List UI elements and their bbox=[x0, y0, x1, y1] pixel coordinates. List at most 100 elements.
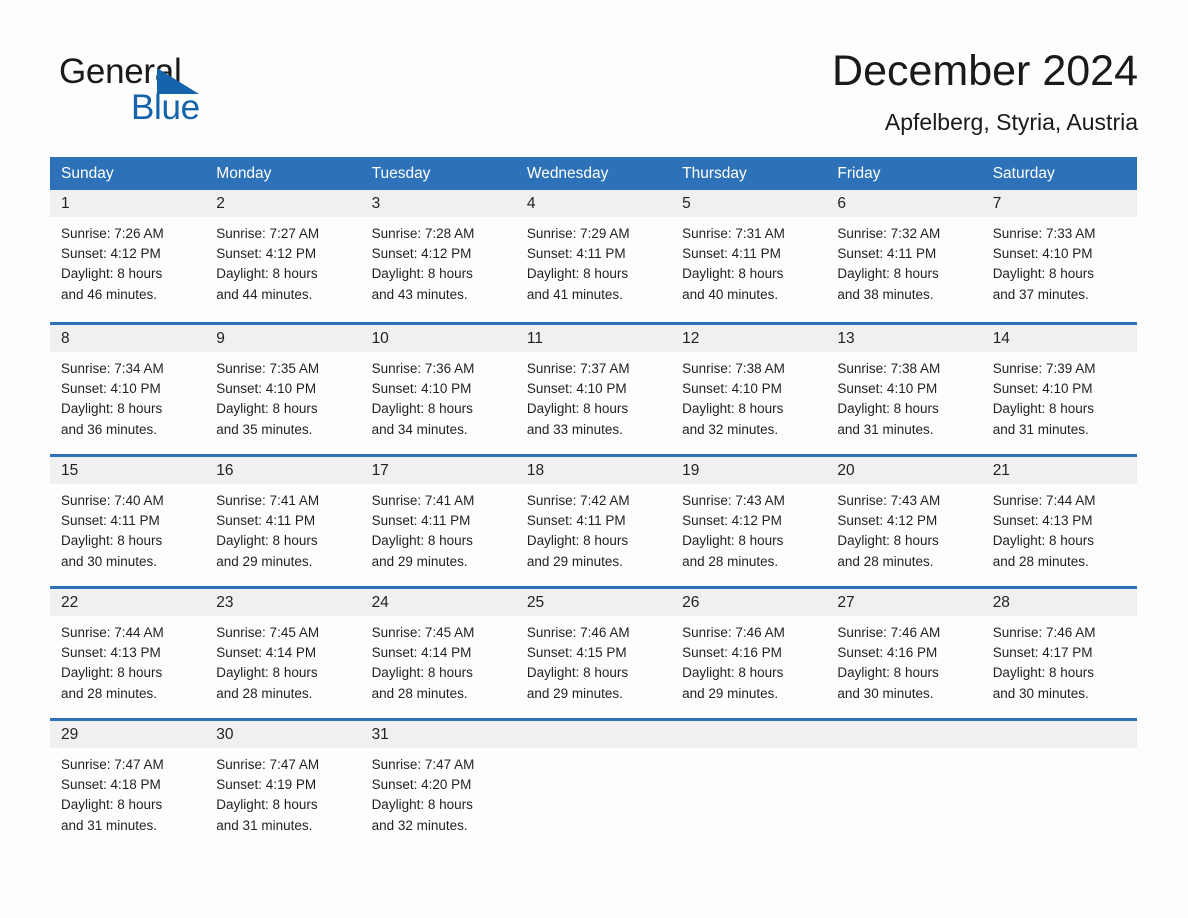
day-cell[interactable]: 30 Sunrise: 7:47 AM Sunset: 4:19 PM Dayl… bbox=[205, 721, 361, 850]
sunrise-text: Sunrise: 7:27 AM bbox=[216, 226, 320, 241]
day-details: Sunrise: 7:47 AM Sunset: 4:19 PM Dayligh… bbox=[205, 748, 360, 836]
day-cell[interactable]: 12 Sunrise: 7:38 AM Sunset: 4:10 PM Dayl… bbox=[671, 325, 827, 454]
daylight-line1: Daylight: 8 hours bbox=[992, 401, 1094, 417]
daylight-line1: Daylight: 8 hours bbox=[61, 797, 163, 813]
day-cell[interactable]: 19 Sunrise: 7:43 AM Sunset: 4:12 PM Dayl… bbox=[671, 457, 827, 586]
sunset-text: Sunset: 4:17 PM bbox=[992, 645, 1093, 661]
day-cell[interactable]: 27 Sunrise: 7:46 AM Sunset: 4:16 PM Dayl… bbox=[826, 589, 982, 718]
sunset-text: Sunset: 4:20 PM bbox=[371, 777, 472, 793]
day-cell[interactable]: 20 Sunrise: 7:43 AM Sunset: 4:12 PM Dayl… bbox=[826, 457, 982, 586]
daylight-line2: and 29 minutes. bbox=[216, 553, 313, 569]
daylight-line2: and 37 minutes. bbox=[992, 286, 1089, 302]
day-cell[interactable]: 11 Sunrise: 7:37 AM Sunset: 4:10 PM Dayl… bbox=[515, 325, 672, 454]
day-number-band: 9 bbox=[205, 325, 361, 352]
day-cell[interactable]: 14 Sunrise: 7:39 AM Sunset: 4:10 PM Dayl… bbox=[981, 325, 1137, 454]
day-number-band: 23 bbox=[205, 589, 361, 616]
day-cell[interactable]: 24 Sunrise: 7:45 AM Sunset: 4:14 PM Dayl… bbox=[360, 589, 516, 718]
day-number-band: 14 bbox=[981, 325, 1137, 352]
daylight-line1: Daylight: 8 hours bbox=[682, 533, 784, 549]
sunset-text: Sunset: 4:11 PM bbox=[371, 513, 471, 529]
day-details: Sunrise: 7:38 AM Sunset: 4:10 PM Dayligh… bbox=[826, 352, 981, 440]
daylight-line1: Daylight: 8 hours bbox=[371, 533, 473, 549]
day-cell[interactable]: 8 Sunrise: 7:34 AM Sunset: 4:10 PM Dayli… bbox=[50, 325, 206, 454]
day-cell[interactable]: 3 Sunrise: 7:28 AM Sunset: 4:12 PM Dayli… bbox=[360, 190, 516, 322]
daylight-line1: Daylight: 8 hours bbox=[216, 401, 318, 417]
day-number-band: 3 bbox=[360, 190, 516, 217]
day-number-band bbox=[515, 721, 672, 748]
sunrise-text: Sunrise: 7:45 AM bbox=[216, 625, 320, 640]
daylight-line2: and 34 minutes. bbox=[371, 421, 468, 437]
day-number-band bbox=[826, 721, 982, 748]
day-details: Sunrise: 7:42 AM Sunset: 4:11 PM Dayligh… bbox=[516, 484, 671, 572]
day-details: Sunrise: 7:38 AM Sunset: 4:10 PM Dayligh… bbox=[671, 352, 826, 440]
day-details: Sunrise: 7:34 AM Sunset: 4:10 PM Dayligh… bbox=[50, 352, 205, 440]
day-cell[interactable]: 4 Sunrise: 7:29 AM Sunset: 4:11 PM Dayli… bbox=[515, 190, 672, 322]
day-cell[interactable]: 2 Sunrise: 7:27 AM Sunset: 4:12 PM Dayli… bbox=[205, 190, 361, 322]
sunset-text: Sunset: 4:15 PM bbox=[526, 645, 627, 661]
day-number: 11 bbox=[526, 330, 543, 347]
day-cell[interactable]: 9 Sunrise: 7:35 AM Sunset: 4:10 PM Dayli… bbox=[205, 325, 361, 454]
daylight-line2: and 28 minutes. bbox=[837, 553, 934, 569]
day-number: 30 bbox=[216, 726, 234, 743]
day-number-band: 31 bbox=[360, 721, 516, 748]
day-number: 7 bbox=[992, 195, 1002, 212]
day-number: 31 bbox=[371, 726, 389, 743]
daylight-line1: Daylight: 8 hours bbox=[371, 665, 473, 681]
daylight-line1: Daylight: 8 hours bbox=[371, 797, 473, 813]
daylight-line2: and 29 minutes. bbox=[682, 685, 779, 701]
day-number: 19 bbox=[682, 462, 700, 479]
day-cell[interactable]: 13 Sunrise: 7:38 AM Sunset: 4:10 PM Dayl… bbox=[826, 325, 982, 454]
day-number: 23 bbox=[216, 594, 234, 611]
sunrise-text: Sunrise: 7:44 AM bbox=[61, 625, 164, 640]
day-cell[interactable]: 28 Sunrise: 7:46 AM Sunset: 4:17 PM Dayl… bbox=[981, 589, 1137, 718]
daylight-line2: and 36 minutes. bbox=[61, 421, 158, 437]
title-block: December 2024 Apfelberg, Styria, Austria bbox=[832, 44, 1138, 137]
daylight-line1: Daylight: 8 hours bbox=[682, 401, 784, 417]
daylight-line2: and 38 minutes. bbox=[837, 286, 934, 302]
day-number: 5 bbox=[682, 195, 691, 212]
sunrise-text: Sunrise: 7:28 AM bbox=[371, 226, 475, 241]
day-cell[interactable]: 21 Sunrise: 7:44 AM Sunset: 4:13 PM Dayl… bbox=[981, 457, 1137, 586]
day-cell[interactable]: 26 Sunrise: 7:46 AM Sunset: 4:16 PM Dayl… bbox=[671, 589, 827, 718]
day-number-band: 10 bbox=[360, 325, 516, 352]
day-number-band: 20 bbox=[826, 457, 982, 484]
day-number: 10 bbox=[371, 330, 389, 347]
weekday-header-row: Sunday Monday Tuesday Wednesday Thursday… bbox=[50, 157, 1137, 190]
day-cell[interactable]: 31 Sunrise: 7:47 AM Sunset: 4:20 PM Dayl… bbox=[360, 721, 516, 850]
sunrise-text: Sunrise: 7:47 AM bbox=[61, 757, 164, 772]
daylight-line2: and 32 minutes. bbox=[682, 421, 779, 437]
daylight-line1: Daylight: 8 hours bbox=[61, 401, 163, 417]
day-cell[interactable]: 23 Sunrise: 7:45 AM Sunset: 4:14 PM Dayl… bbox=[205, 589, 361, 718]
sunset-text: Sunset: 4:10 PM bbox=[526, 381, 627, 397]
general-blue-logo[interactable]: General Blue bbox=[59, 52, 279, 130]
day-number: 2 bbox=[216, 195, 225, 212]
day-number: 12 bbox=[682, 330, 700, 347]
daylight-line2: and 31 minutes. bbox=[216, 817, 313, 833]
day-cell[interactable]: 5 Sunrise: 7:31 AM Sunset: 4:11 PM Dayli… bbox=[671, 190, 827, 322]
daylight-line1: Daylight: 8 hours bbox=[526, 533, 629, 549]
day-cell[interactable]: 18 Sunrise: 7:42 AM Sunset: 4:11 PM Dayl… bbox=[515, 457, 672, 586]
day-cell[interactable]: 17 Sunrise: 7:41 AM Sunset: 4:11 PM Dayl… bbox=[360, 457, 516, 586]
sunrise-text: Sunrise: 7:44 AM bbox=[992, 493, 1096, 508]
day-cell[interactable]: 1 Sunrise: 7:26 AM Sunset: 4:12 PM Dayli… bbox=[50, 190, 206, 322]
day-cell[interactable]: 6 Sunrise: 7:32 AM Sunset: 4:11 PM Dayli… bbox=[826, 190, 982, 322]
weekday-header-sunday: Sunday bbox=[61, 165, 114, 182]
day-cell[interactable]: 16 Sunrise: 7:41 AM Sunset: 4:11 PM Dayl… bbox=[205, 457, 361, 586]
sunrise-text: Sunrise: 7:39 AM bbox=[992, 361, 1096, 376]
daylight-line2: and 30 minutes. bbox=[837, 685, 934, 701]
day-number: 14 bbox=[992, 330, 1010, 347]
day-cell[interactable]: 29 Sunrise: 7:47 AM Sunset: 4:18 PM Dayl… bbox=[50, 721, 206, 850]
day-cell[interactable]: 25 Sunrise: 7:46 AM Sunset: 4:15 PM Dayl… bbox=[515, 589, 672, 718]
day-number: 20 bbox=[837, 462, 855, 479]
day-number: 26 bbox=[682, 594, 700, 611]
day-cell[interactable]: 22 Sunrise: 7:44 AM Sunset: 4:13 PM Dayl… bbox=[50, 589, 206, 718]
daylight-line1: Daylight: 8 hours bbox=[837, 266, 939, 282]
week-row: 1 Sunrise: 7:26 AM Sunset: 4:12 PM Dayli… bbox=[50, 190, 1137, 322]
week-row: 29 Sunrise: 7:47 AM Sunset: 4:18 PM Dayl… bbox=[50, 718, 1137, 850]
day-cell[interactable]: 10 Sunrise: 7:36 AM Sunset: 4:10 PM Dayl… bbox=[360, 325, 516, 454]
day-number-band: 7 bbox=[981, 190, 1137, 217]
sunset-text: Sunset: 4:12 PM bbox=[371, 246, 472, 262]
day-cell[interactable]: 15 Sunrise: 7:40 AM Sunset: 4:11 PM Dayl… bbox=[50, 457, 206, 586]
day-cell-empty bbox=[671, 721, 827, 850]
day-cell[interactable]: 7 Sunrise: 7:33 AM Sunset: 4:10 PM Dayli… bbox=[981, 190, 1137, 322]
